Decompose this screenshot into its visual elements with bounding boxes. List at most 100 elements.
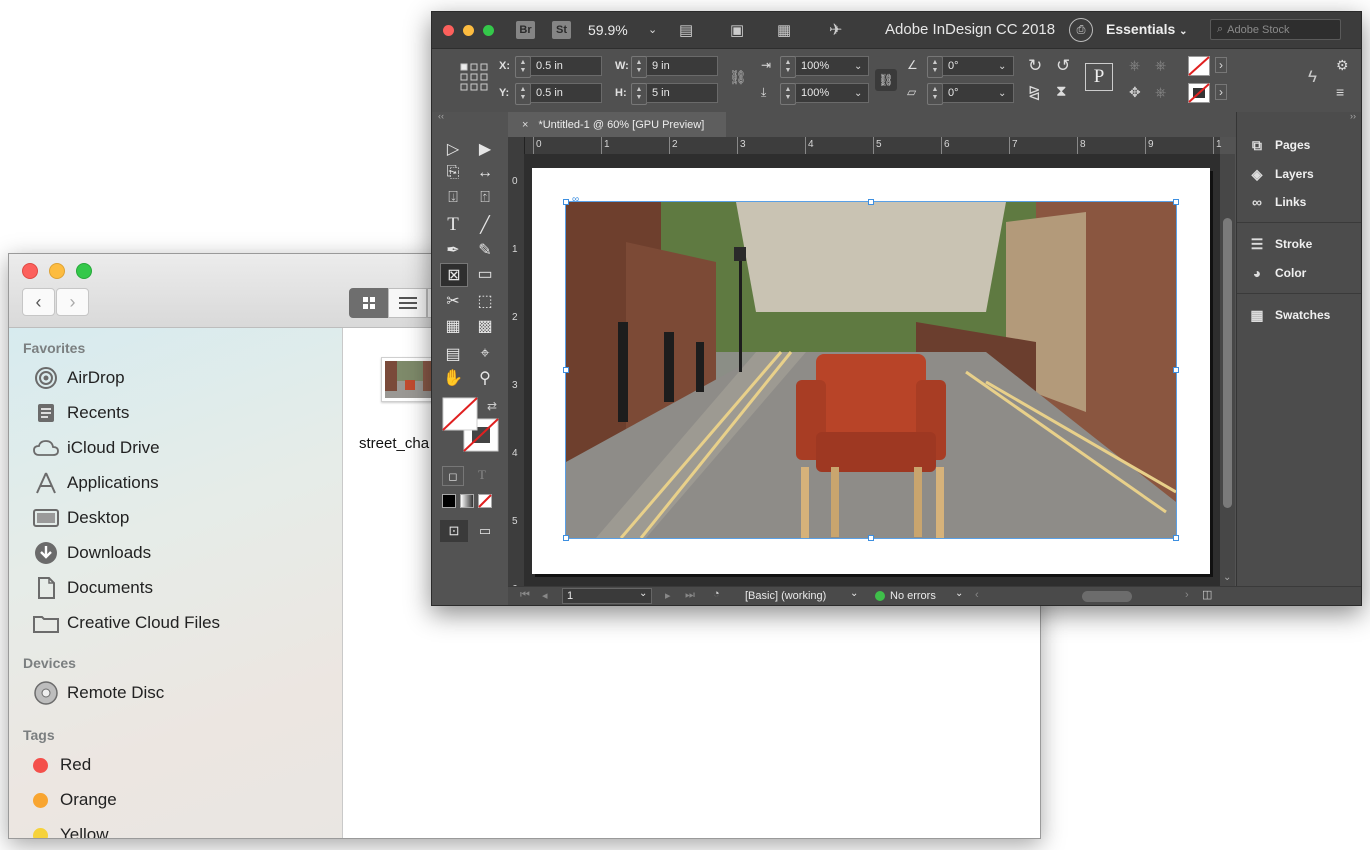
select-previous-icon[interactable]: ⎈ [1155,57,1166,74]
free-transform-tool-icon[interactable]: ⬚ [472,290,498,312]
forward-button[interactable]: › [56,288,89,316]
screen-mode-icon[interactable]: ▣ [730,21,744,39]
apply-gradient-icon[interactable] [460,494,474,508]
tab-untitled-1[interactable]: × *Untitled-1 @ 60% [GPU Preview] [508,112,726,137]
y-stepper[interactable]: ▲ ▼ [515,83,531,105]
previous-page-icon[interactable]: ◂ [542,589,548,602]
document-page[interactable]: ∞ [532,168,1210,574]
content-collector-icon[interactable]: ⍗ [440,187,466,209]
shear-stepper[interactable]: ▲ ▼ [927,83,943,105]
select-content-icon[interactable]: ✥ [1129,84,1141,101]
gear-icon[interactable]: ⚙ [1336,57,1349,74]
close-tab-icon[interactable]: × [522,119,528,131]
list-view-button[interactable] [388,288,427,318]
vertical-ruler[interactable]: 0123456 [508,154,524,595]
panel-menu-icon[interactable]: ≡ [1336,84,1344,100]
flip-horizontal-icon[interactable]: ⧎ [1028,83,1041,101]
constrain-proportions-icon[interactable]: ⛓ [729,69,747,86]
line-tool-icon[interactable]: ╱ [472,214,498,236]
preflight-errors[interactable]: No errors [890,590,936,602]
fill-none-swatch-icon[interactable] [1188,56,1210,76]
quick-apply-icon[interactable]: ϟ [1308,67,1317,87]
panel-color[interactable]: ◕ Color [1247,262,1307,284]
eyedropper-tool-icon[interactable]: ⌖ [472,343,498,365]
content-placer-icon[interactable]: ⍐ [472,187,498,209]
w-field[interactable]: 9 in [646,56,718,76]
y-field[interactable]: 0.5 in [530,83,602,103]
share-icon[interactable]: ⎙ [1069,18,1093,42]
workspace-switcher[interactable]: Essentials ⌄ [1106,21,1188,37]
preflight-toggle-icon[interactable]: ◔ [713,588,720,600]
rotate-ccw-icon[interactable]: ↺ [1056,56,1070,76]
pasteboard[interactable]: ∞ [524,154,1220,586]
w-stepper[interactable]: ▲ ▼ [631,56,647,78]
vertical-scrollbar[interactable]: ⌄ [1220,154,1235,586]
chevron-down-icon[interactable]: ⌄ [639,588,647,599]
select-next-icon[interactable]: ⎈ [1155,84,1166,101]
horizontal-scrollbar-thumb[interactable] [1082,591,1132,602]
selection-tool-icon[interactable]: ▷ [440,138,466,160]
fill-stroke-swatches-icon[interactable]: ⇄ [442,397,500,453]
flip-vertical-icon[interactable]: ⧗ [1056,83,1067,100]
hand-tool-icon[interactable]: ✋ [440,367,466,389]
split-window-icon[interactable]: ◫ [1202,588,1212,601]
zoom-button[interactable] [76,263,92,279]
h-field[interactable]: 5 in [646,83,718,103]
gap-tool-icon[interactable]: ↔ [472,162,498,184]
panel-pages[interactable]: ⧉ Pages [1247,134,1310,156]
stock-search-input[interactable]: ⌕ Adobe Stock [1210,19,1341,40]
panel-stroke[interactable]: ☰ Stroke [1247,233,1313,255]
sidebar-item-tag-red[interactable]: Red [33,751,91,779]
chevron-down-icon[interactable]: ⌄ [955,588,963,599]
stock-button[interactable]: St [552,21,571,39]
scroll-left-icon[interactable]: ‹ [975,589,979,601]
close-button[interactable] [443,25,454,36]
page-tool-icon[interactable]: ⎘ [440,162,466,184]
zoom-tool-icon[interactable]: ⚲ [472,367,498,389]
scroll-right-icon[interactable]: › [1185,589,1189,601]
minimize-button[interactable] [49,263,65,279]
rotation-stepper[interactable]: ▲ ▼ [927,56,943,78]
sidebar-item-airdrop[interactable]: AirDrop [33,364,125,392]
stroke-dropdown-chevron-icon[interactable]: › [1215,84,1227,100]
resize-handle-s[interactable] [868,535,874,541]
gradient-feather-tool-icon[interactable]: ▩ [472,315,498,337]
sidebar-item-applications[interactable]: Applications [33,469,159,497]
zoom-level[interactable]: 59.9% [588,22,628,38]
link-scale-icon[interactable]: ⛓ [875,69,897,91]
collapse-left-icon[interactable]: ‹‹ [438,111,444,121]
panel-layers[interactable]: ◈ Layers [1247,163,1314,185]
zoom-button[interactable] [483,25,494,36]
sidebar-item-tag-yellow[interactable]: Yellow [33,821,109,838]
next-page-icon[interactable]: ▸ [665,589,671,602]
apply-none-icon[interactable] [478,494,492,508]
sidebar-item-icloud-drive[interactable]: iCloud Drive [33,434,160,462]
panel-swatches[interactable]: ▦ Swatches [1247,304,1330,326]
first-page-icon[interactable]: ⏮ [520,589,530,602]
resize-handle-ne[interactable] [1173,199,1179,205]
view-options-icon[interactable]: ▤ [679,21,693,39]
direct-selection-tool-icon[interactable]: ▶ [472,138,498,160]
icon-view-button[interactable] [349,288,388,318]
formatting-container-icon[interactable]: ◻ [442,466,464,486]
resize-handle-w[interactable] [563,367,569,373]
normal-view-icon[interactable]: ⊡ [440,520,468,542]
x-field[interactable]: 0.5 in [530,56,602,76]
close-button[interactable] [22,263,38,279]
file-name[interactable]: street_cha [359,435,429,452]
h-stepper[interactable]: ▲ ▼ [631,83,647,105]
ruler-origin[interactable] [508,137,525,154]
last-page-icon[interactable]: ⏭ [685,589,695,602]
vertical-scrollbar-thumb[interactable] [1223,218,1232,508]
note-tool-icon[interactable]: ▤ [440,343,466,365]
chevron-down-icon[interactable]: ⌄ [648,23,657,36]
direction-indicator-icon[interactable]: P [1085,63,1113,91]
chevron-down-icon[interactable]: ⌄ [998,88,1006,99]
sidebar-item-tag-orange[interactable]: Orange [33,786,117,814]
scroll-down-icon[interactable]: ⌄ [1223,572,1231,583]
horizontal-ruler[interactable]: 0 1 2 3 4 5 6 7 8 9 1 [524,137,1222,155]
chevron-down-icon[interactable]: ⌄ [854,61,862,72]
arrange-documents-icon[interactable]: ▦ [777,21,791,39]
sidebar-item-desktop[interactable]: Desktop [33,504,129,532]
resize-handle-se[interactable] [1173,535,1179,541]
